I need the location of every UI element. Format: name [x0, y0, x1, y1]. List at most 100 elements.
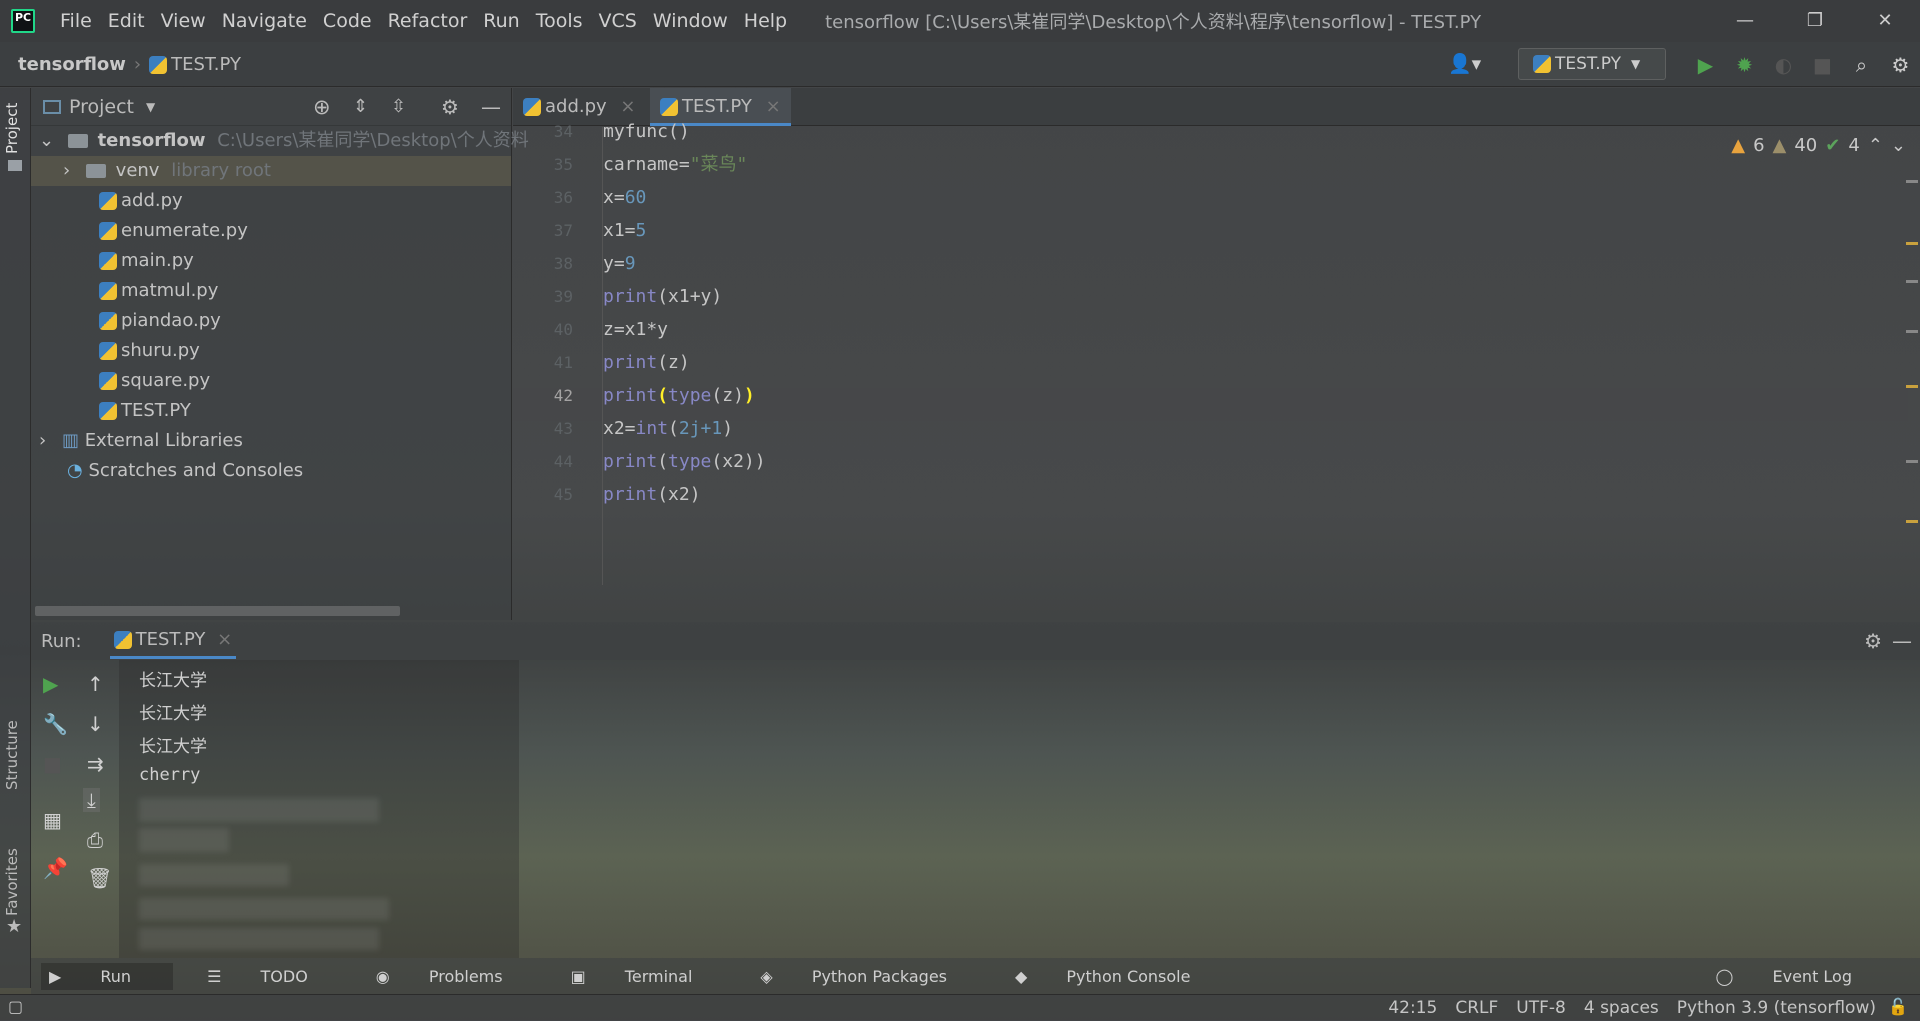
layout-icon[interactable]: ▦ [43, 808, 62, 832]
coverage-icon[interactable]: ◐ [1764, 53, 1803, 77]
tool-windows-icon[interactable]: ▢ [8, 997, 23, 1016]
pin-icon[interactable]: 📌 [43, 856, 68, 880]
project-tool-tab[interactable]: Project [3, 103, 21, 154]
file-encoding[interactable]: UTF-8 [1516, 995, 1566, 1021]
breadcrumb-project[interactable]: tensorflow [18, 54, 126, 75]
tree-item-file[interactable]: main.py [31, 246, 511, 276]
lock-icon[interactable]: 🔓 [1888, 997, 1908, 1016]
debug-icon[interactable]: ✹ [1725, 53, 1764, 77]
rerun-icon[interactable]: ▶ [43, 672, 58, 696]
run-icon[interactable]: ▶ [1686, 53, 1725, 77]
python-file-icon [99, 282, 117, 300]
search-icon[interactable]: ⌕ [1842, 53, 1881, 77]
menu-help[interactable]: Help [736, 10, 795, 32]
python-interpreter[interactable]: Python 3.9 (tensorflow) [1677, 995, 1876, 1021]
menu-vcs[interactable]: VCS [591, 10, 645, 32]
arrow-up-icon[interactable]: ↑ [87, 672, 104, 696]
code-line: print(x2) [603, 478, 701, 511]
code-builtin: print [603, 451, 658, 472]
stop-icon[interactable]: ■ [1803, 53, 1842, 77]
close-icon[interactable]: × [766, 96, 781, 117]
menu-file[interactable]: File [52, 10, 100, 32]
tree-item-external-libraries[interactable]: › ▥ External Libraries [31, 426, 511, 456]
run-output[interactable]: 长江大学 长江大学 长江大学 cherry [119, 660, 519, 958]
arrow-down-icon[interactable]: ↓ [87, 712, 104, 736]
project-view-selector[interactable]: Project [69, 96, 134, 118]
line-number-current: 42 [553, 386, 573, 405]
favorites-tool-tab[interactable]: Favorites [3, 848, 21, 916]
chevron-down-icon[interactable]: ▼ [146, 100, 155, 114]
tree-item-file[interactable]: piandao.py [31, 306, 511, 336]
menu-window[interactable]: Window [645, 10, 736, 32]
close-icon[interactable]: × [217, 629, 232, 650]
run-config-selector[interactable]: TEST.PY ▼ [1518, 48, 1666, 80]
code-text: (x2) [657, 484, 701, 505]
inspection-widget[interactable]: ▲ 6 ▲ 40 ✔ 4 ⌃ ⌄ [1731, 135, 1906, 156]
run-panel-header: Run: TEST.PY × ⚙ — [31, 622, 1920, 660]
tool-tab-run[interactable]: ▶ Run [41, 962, 174, 990]
collapse-all-icon[interactable]: ⇳ [391, 96, 406, 117]
code-editor[interactable]: myfunc() carname="菜鸟" x=60 x1=5 y=9 prin… [603, 121, 1920, 585]
menu-view[interactable]: View [153, 10, 214, 32]
breadcrumb-file[interactable]: TEST.PY [149, 54, 241, 75]
locate-icon[interactable]: ⊕ [313, 95, 331, 119]
run-tab[interactable]: TEST.PY × [109, 623, 237, 659]
next-highlight-icon[interactable]: ⌄ [1891, 135, 1906, 156]
wrench-icon[interactable]: 🔧 [43, 712, 68, 736]
trash-icon[interactable]: 🗑 [87, 866, 112, 890]
file-label: piandao.py [121, 310, 221, 331]
stop-icon[interactable]: ■ [43, 752, 62, 776]
error-stripe[interactable] [1906, 180, 1918, 600]
menu-edit[interactable]: Edit [100, 10, 153, 32]
previous-highlight-icon[interactable]: ⌃ [1868, 135, 1883, 156]
tool-tab-terminal[interactable]: ▣ Terminal [571, 967, 727, 986]
gear-icon[interactable]: ⚙ [1881, 53, 1920, 77]
tree-item-file[interactable]: enumerate.py [31, 216, 511, 246]
menu-code[interactable]: Code [315, 10, 380, 32]
menu-run[interactable]: Run [475, 10, 527, 32]
python-file-icon [99, 402, 117, 420]
gear-icon[interactable]: ⚙ [1864, 629, 1882, 653]
tree-item-venv[interactable]: › venv library root [31, 156, 511, 186]
code-text: ( [668, 418, 679, 439]
menu-navigate[interactable]: Navigate [214, 10, 315, 32]
tree-item-file[interactable]: matmul.py [31, 276, 511, 306]
gear-icon[interactable]: ⚙ [441, 95, 459, 119]
hide-icon[interactable]: — [1892, 629, 1912, 653]
tree-root[interactable]: ⌄ tensorflow C:\Users\某崔同学\Desktop\个人资料 [31, 126, 529, 156]
python-file-icon [99, 222, 117, 240]
tree-item-file[interactable]: add.py [31, 186, 511, 216]
horizontal-scrollbar[interactable] [35, 606, 400, 616]
python-file-icon [99, 312, 117, 330]
tree-item-file[interactable]: TEST.PY [31, 396, 511, 426]
menu-refactor[interactable]: Refactor [380, 10, 476, 32]
tool-tab-python-console[interactable]: ◆ Python Console [1015, 967, 1224, 986]
tree-item-file[interactable]: square.py [31, 366, 511, 396]
soft-wrap-icon[interactable]: ⇉ [87, 752, 104, 776]
code-builtin: int [635, 418, 669, 439]
minimize-button[interactable]: — [1710, 0, 1780, 42]
scroll-to-end-icon[interactable]: ⤓ [83, 788, 100, 812]
tool-tab-event-log[interactable]: ◯ Event Log [1716, 967, 1887, 986]
structure-tool-tab[interactable]: Structure [3, 720, 21, 790]
tool-tab-python-packages[interactable]: ◈ Python Packages [760, 967, 981, 986]
close-button[interactable]: ✕ [1850, 0, 1920, 42]
code-line: myfunc() [603, 115, 690, 148]
menu-tools[interactable]: Tools [528, 10, 591, 32]
indent-setting[interactable]: 4 spaces [1584, 995, 1659, 1021]
tree-item-scratches[interactable]: ◔ Scratches and Consoles [31, 456, 511, 486]
hide-icon[interactable]: — [481, 95, 501, 119]
line-separator[interactable]: CRLF [1455, 995, 1498, 1021]
caret-position[interactable]: 42:15 [1388, 995, 1437, 1021]
close-icon[interactable]: × [620, 96, 635, 117]
print-icon[interactable]: ⎙ [87, 828, 103, 852]
vcs-user-icon[interactable]: 👤▾ [1448, 52, 1481, 75]
tree-item-file[interactable]: shuru.py [31, 336, 511, 366]
tool-tab-todo[interactable]: ☰ TODO [207, 967, 342, 986]
project-panel: Project ▼ ⊕ ⇕ ⇳ ⚙ — ⌄ tensorflow C:\User… [31, 88, 529, 620]
expand-all-icon[interactable]: ⇕ [353, 96, 368, 117]
tool-tab-problems[interactable]: ◉ Problems [376, 967, 537, 986]
restore-button[interactable]: ❐ [1780, 0, 1850, 42]
code-line-current: print(type(z)) [603, 379, 755, 412]
tab-label: Terminal [624, 966, 693, 986]
